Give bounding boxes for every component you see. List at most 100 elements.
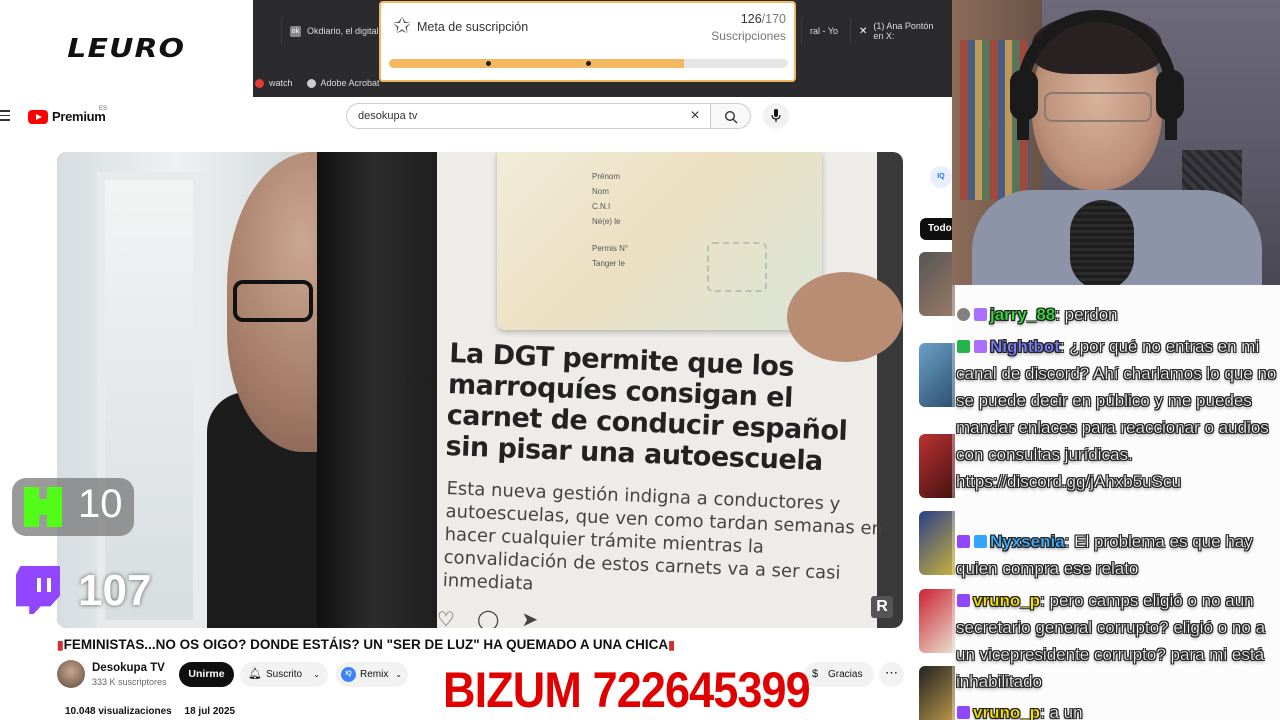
live-chat-overlay: jarry_88: perdon Nightbot: ¿por qué no e… [952,285,1280,720]
license-field: Prénom [592,172,621,181]
microphone-icon [771,109,781,122]
news-headline: La DGT permite que los marroquíes consig… [445,338,848,478]
thanks-button[interactable]: $ Gracias [804,662,874,687]
video-hand [787,272,903,362]
bookmark-label: watch [269,78,293,88]
twitch-viewer-count: 107 [78,566,152,615]
browser-tab-okdiario[interactable]: ok Okdiario, el digital [281,18,387,44]
send-icon: ➤ [521,609,539,628]
publish-date: 18 jul 2025 [184,706,236,717]
recommended-thumbnail[interactable] [919,252,955,316]
youtube-logo[interactable]: Premium [28,109,106,124]
chat-message: jarry_88: perdon [956,301,1280,328]
bookmarks-bar: watch Adobe Acrobat [253,72,380,94]
twitch-logo-icon [16,566,60,614]
webcam-headset-ear [1010,70,1038,120]
badge-icon [956,307,971,322]
streamer-logo-panel: LEURO [0,0,253,97]
streamer-logo: LEURO [67,33,186,64]
subscription-goal-widget: ✩ Meta de suscripción 126/170 Suscripcio… [379,1,796,82]
bookmark-watch[interactable]: watch [255,78,293,88]
goal-max: /170 [761,12,786,26]
join-button[interactable]: Unirme [179,662,234,687]
sidebar-assistant-icon[interactable]: IQ [930,166,952,188]
webcam-glasses [1044,92,1152,122]
chat-username: Nyxsenia [990,532,1065,551]
view-count: 10.048 visualizaciones [65,706,172,717]
comment-icon: ◯ [476,609,500,628]
more-actions-button[interactable]: ⋯ [879,662,904,687]
bell-icon: 🔔︎ [248,668,262,680]
browser-tab-label: ral - Yo [810,26,839,36]
remix-button[interactable]: IQ Remix ⌄ [336,662,408,687]
license-field: Né(e) le [592,217,621,226]
channel-name[interactable]: Desokupa TV [92,662,165,674]
red-alert-icon: ▮ [668,638,675,652]
youtube-premium-label: Premium [52,109,106,124]
license-field: Tanger le [592,259,625,268]
news-card-actions: ♡ ◯ ➤ [437,607,538,628]
browser-tab-x[interactable]: ✕ (1) Ana Pontón en X: [850,18,952,44]
recommended-thumbnail[interactable] [919,343,955,407]
chevron-down-icon: ⌄ [313,670,320,679]
video-stats: 10.048 visualizaciones 18 jul 2025 [65,706,245,717]
chevron-down-icon: ⌄ [395,670,402,679]
bookmark-icon [306,78,316,88]
subscriber-badge-icon [973,307,988,322]
voice-search-button[interactable] [763,103,789,129]
chat-username: vruno_p [973,591,1041,610]
goal-milestone-marker [586,61,591,66]
recommended-thumbnail[interactable] [919,666,955,720]
subscribed-button[interactable]: 🔔︎ Suscrito ⌄ [240,662,328,687]
search-icon [724,110,738,124]
video-player[interactable]: Prénom Nom C.N.I Né(e) le Permis N° Tang… [57,152,903,628]
recommended-thumbnail[interactable] [919,589,955,653]
search-input[interactable]: desokupa tv × [346,103,711,129]
browser-tab-fragment[interactable]: ral - Yo [801,18,846,44]
goal-progress-fill [389,59,685,68]
chat-message: Nightbot: ¿por qué no entras en mi canal… [956,333,1280,495]
x-icon: ✕ [859,25,868,37]
webcam-headset-ear [1156,70,1184,120]
youtube-header: Premium ES desokupa tv × [0,97,952,137]
video-window-frame [97,172,207,628]
chat-text: : a un [1040,703,1083,720]
video-person-glasses [233,280,313,322]
clear-search-icon[interactable]: × [686,107,704,125]
browser-tab-label: (1) Ana Pontón en X: [873,21,934,41]
bookmark-acrobat[interactable]: Adobe Acrobat [306,78,380,88]
license-field: Nom [592,187,609,196]
subscriber-badge-icon [973,339,988,354]
goal-title: Meta de suscripción [417,20,529,34]
browser-tab-label: Okdiario, el digital [307,26,379,36]
goal-count: 126/170 [741,12,786,26]
license-stamp [707,242,767,292]
license-field: C.N.I [592,202,611,211]
subscribed-label: Suscrito [266,669,303,680]
search-query: desokupa tv [358,110,418,122]
chat-message: vruno_p: pero camps eligió o no aun secr… [956,587,1280,695]
region-code: ES [99,106,108,112]
stream-screen: LEURO ok Okdiario, el digital ral - Yo ✕… [0,0,1280,720]
search-button[interactable] [711,103,751,129]
recommended-thumbnail[interactable] [919,511,955,575]
hamburger-menu-icon[interactable] [0,110,10,122]
goal-milestone-marker [486,61,491,66]
webcam-microphone [1070,200,1134,285]
video-phone-edge [317,152,457,628]
chat-username: Nightbot [990,337,1060,356]
channel-avatar[interactable] [57,660,85,688]
prime-badge-icon [956,593,971,608]
super-thanks-icon: $ [812,668,819,680]
video-title-text: FEMINISTAS...NO OS OIGO? DONDE ESTÁIS? U… [63,637,669,652]
youtube-play-icon [28,109,48,124]
verified-badge-icon [956,339,971,354]
kick-viewer-count: 10 [78,482,123,526]
chat-message: Nyxsenia: El problema es que hay quien c… [956,528,1280,582]
video-watermark: R [871,596,893,618]
chat-username: jarry_88 [990,305,1056,324]
heart-icon: ♡ [437,609,455,628]
recommended-thumbnail[interactable] [919,434,955,498]
license-fields: Prénom Nom C.N.I Né(e) le Permis N° Tang… [592,172,722,274]
star-badge-icon: ✩ [392,13,412,38]
